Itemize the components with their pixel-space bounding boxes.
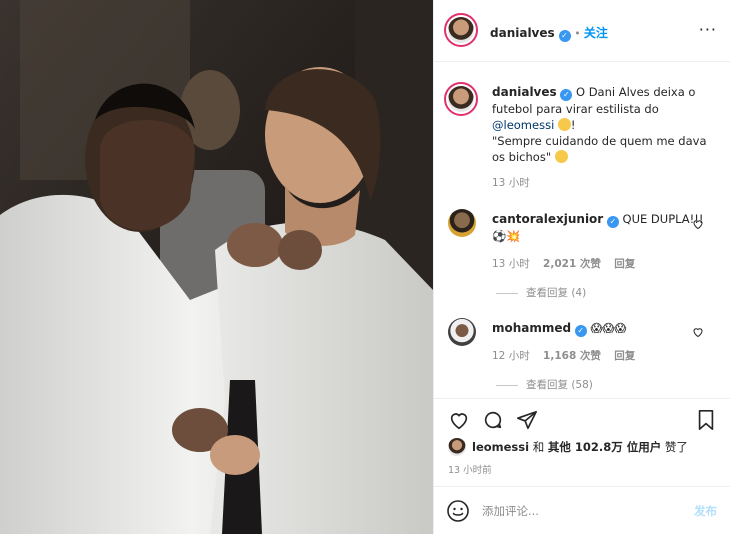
comment-username[interactable]: cantoralexjunior [492,212,603,226]
reply-button[interactable]: 回复 [614,258,635,270]
view-replies-label: 查看回复 (4) [526,287,587,299]
instagram-post-modal: danialves ✓ • 关注 ··· danialves ✓ O Dani … [0,0,730,534]
author-avatar-image [448,17,474,43]
likes-suffix: 赞了 [664,440,688,454]
likes-others-count[interactable]: 其他 102.8万 位用户 [548,440,661,454]
verified-badge-icon: ✓ [606,216,619,228]
follow-button[interactable]: 关注 [584,26,608,40]
liker-username[interactable]: leomessi [472,440,529,454]
caption-mention-link[interactable]: @leomessi [492,118,554,132]
comment-emojis: ⚽💥 [492,229,521,243]
comment-username[interactable]: mohammed [492,321,571,335]
verified-badge-icon: ✓ [560,89,573,101]
likes-and: 和 [532,440,545,454]
replies-divider [496,292,518,294]
heart-icon[interactable] [692,326,704,338]
comment-meta-row: 13 小时 2,021 次赞 回复 [492,256,635,271]
comment-likes[interactable]: 1,168 次赞 [543,350,601,362]
heart-icon[interactable] [692,218,704,230]
caption-avatar-image [448,86,474,112]
view-replies-button[interactable]: 查看回复 (4) [496,285,586,300]
caption-username[interactable]: danialves [492,85,557,99]
verified-badge-icon: ✓ [574,325,587,337]
liker-avatar[interactable] [448,438,466,456]
comment-item: cantoralexjunior ✓ QUE DUPLA!!! ⚽💥 [492,211,712,244]
reply-button[interactable]: 回复 [614,350,635,362]
comment-meta-row: 12 小时 1,168 次赞 回复 [492,348,635,363]
comment-likes[interactable]: 2,021 次赞 [543,258,601,270]
post-timestamp[interactable]: 13 小时前 [448,462,492,476]
comment-time: 12 小时 [492,350,530,362]
more-options-button[interactable]: ··· [699,22,717,38]
smiley-icon[interactable] [446,499,470,523]
post-caption: danialves ✓ O Dani Alves deixa o futebol… [492,84,712,191]
comment-input[interactable]: 添加评论... [482,503,539,519]
commenter-avatar[interactable] [448,209,476,237]
caption-quote: "Sempre cuidando de quem me dava os bich… [492,134,707,164]
author-avatar[interactable] [444,13,478,47]
comment-time: 13 小时 [492,258,530,270]
add-comment-bar: 添加评论... 发布 [434,486,730,534]
commenter-avatar[interactable] [448,318,476,346]
laughing-emoji-icon [554,150,568,163]
replies-divider [496,384,518,386]
view-replies-label: 查看回复 (58) [526,379,593,391]
post-photo[interactable] [0,0,433,534]
post-details-panel: danialves ✓ • 关注 ··· danialves ✓ O Dani … [433,0,730,534]
likes-summary: leomessi 和 其他 102.8万 位用户 赞了 [448,438,688,456]
caption-time: 13 小时 [492,177,530,189]
view-replies-button[interactable]: 查看回复 (58) [496,377,593,392]
header-user-row: danialves ✓ • 关注 [490,24,608,42]
verified-badge-icon: ✓ [558,30,571,42]
caption-author-avatar[interactable] [444,82,478,116]
post-image [0,0,433,534]
bookmark-icon[interactable] [696,409,716,431]
comment-icon[interactable] [482,409,504,431]
caption-exclaim: ! [570,118,576,132]
author-username[interactable]: danialves [490,26,555,40]
send-icon[interactable] [516,409,538,431]
header-dot: • [574,28,584,40]
heart-icon[interactable] [448,409,470,431]
post-header: danialves ✓ • 关注 ··· [434,0,730,62]
comment-emojis: 😱😱😱 [590,321,627,335]
comment-item: mohammed ✓ 😱😱😱 [492,320,712,337]
laughing-emoji-icon [557,118,571,131]
post-comment-button[interactable]: 发布 [694,503,717,519]
